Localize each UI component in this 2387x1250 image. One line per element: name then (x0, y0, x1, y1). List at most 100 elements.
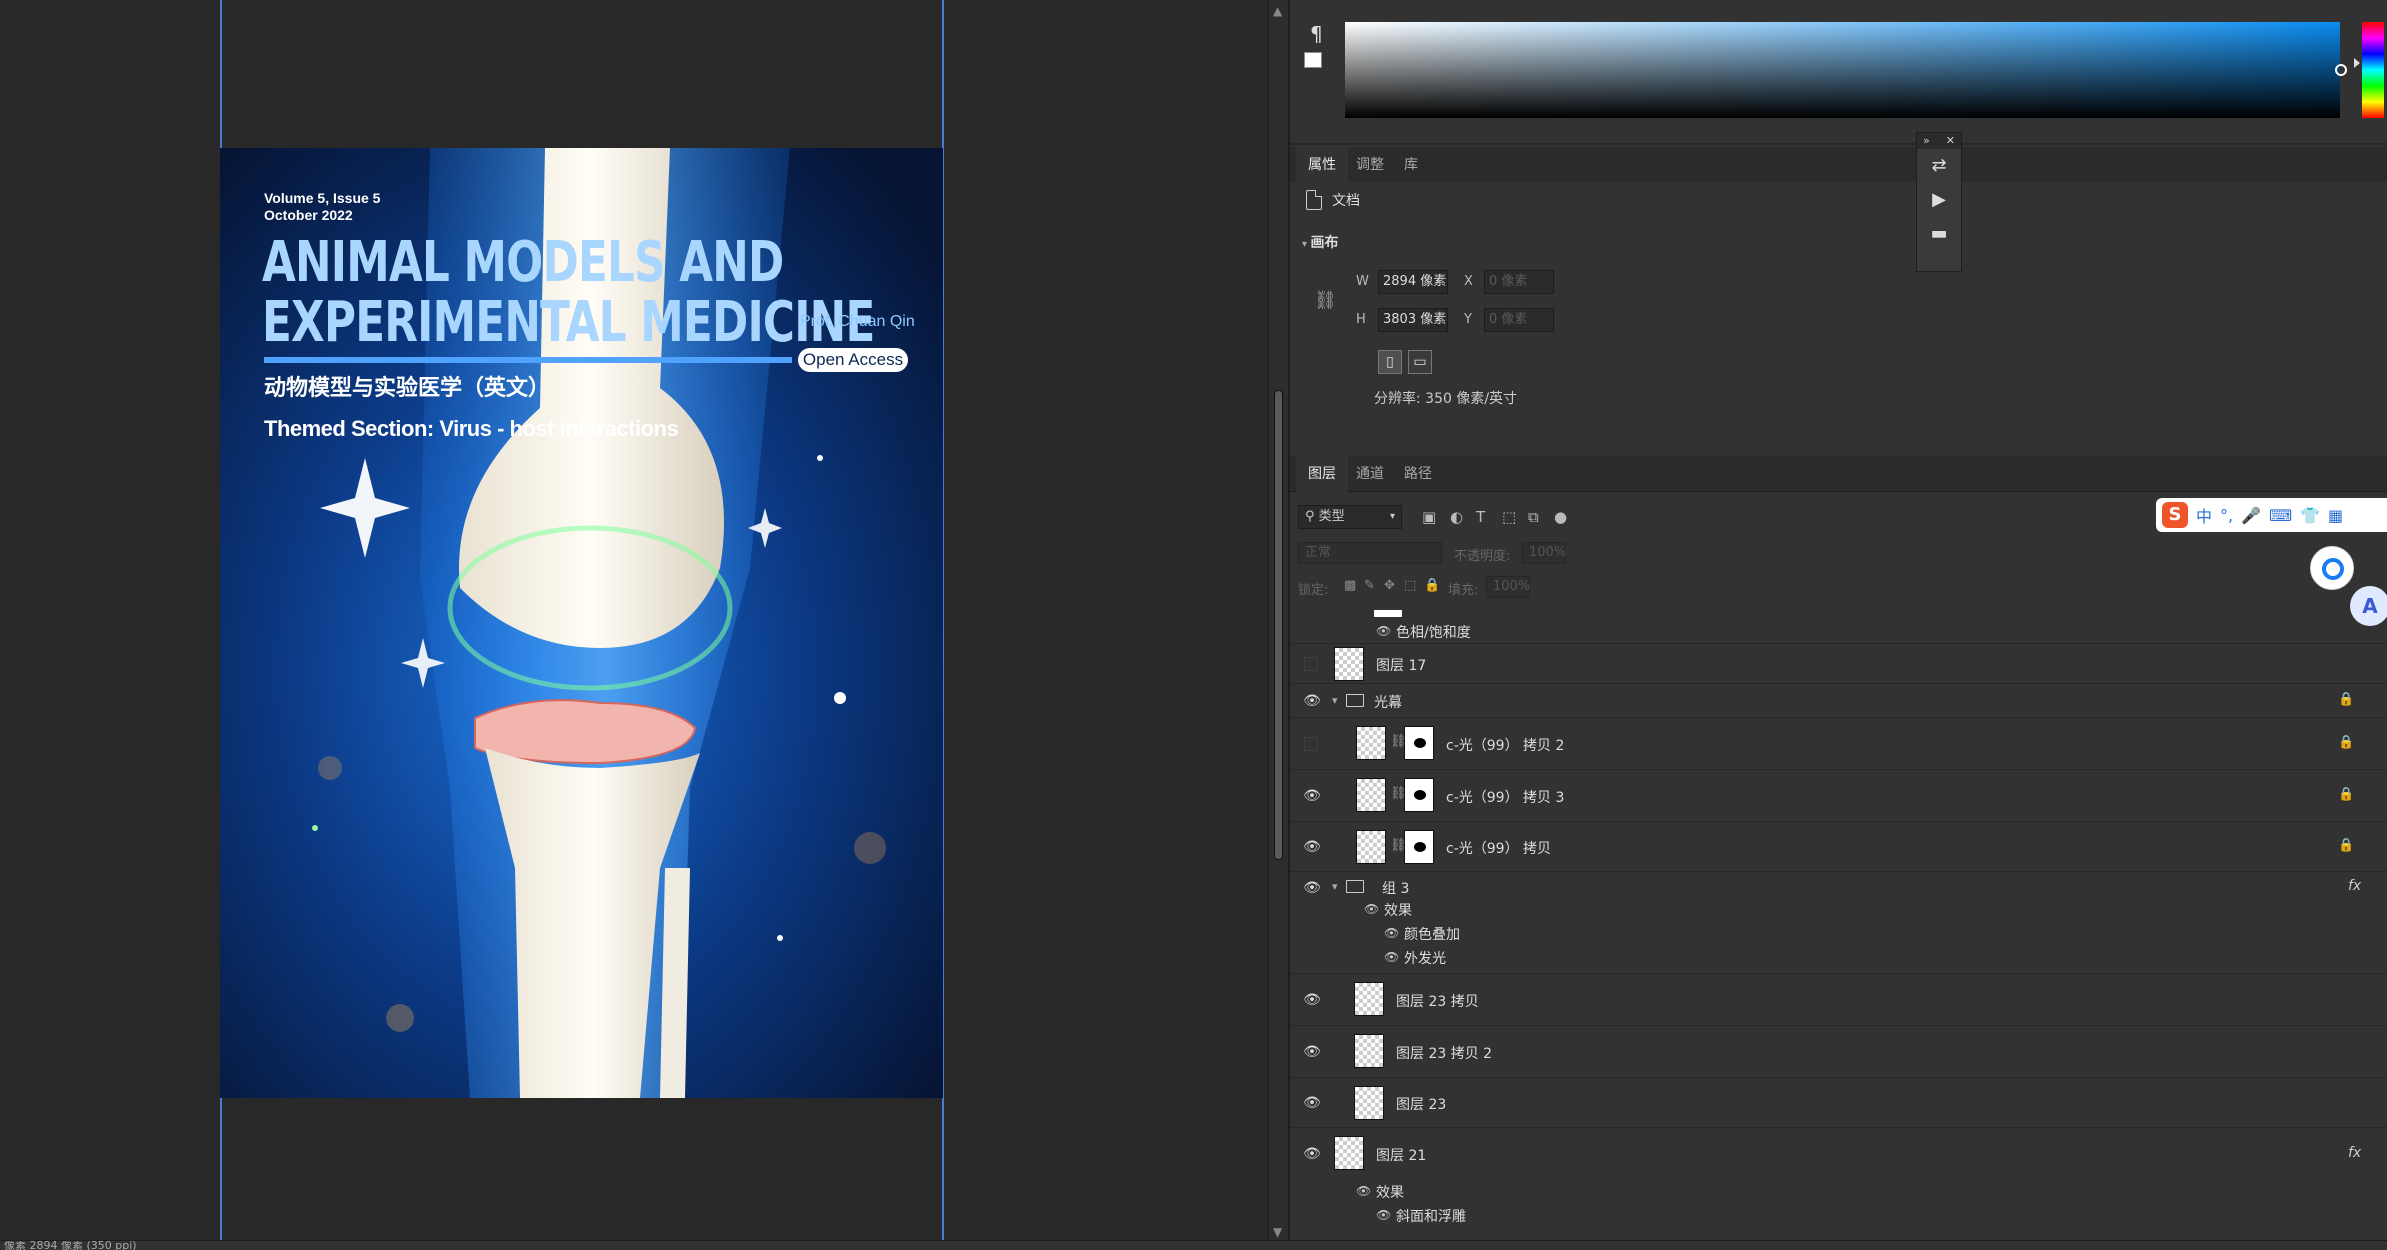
tab-paths[interactable]: 路径 (1392, 456, 1444, 492)
ime-logo-icon[interactable]: S (2162, 502, 2188, 528)
eye-icon[interactable]: 👁 (1302, 1144, 1322, 1164)
color-picker-ring[interactable] (2335, 64, 2347, 76)
scroll-up-icon[interactable]: ▲ (1273, 4, 1282, 18)
eye-icon[interactable]: 👁 (1384, 950, 1399, 964)
eye-icon[interactable]: 👁 (1376, 1208, 1391, 1222)
collapse-icon[interactable]: » (1923, 133, 1930, 149)
eye-icon[interactable]: 👁 (1376, 624, 1391, 638)
lock-all-icon[interactable]: 🔒 (1424, 578, 1440, 593)
tab-adjustments[interactable]: 调整 (1344, 147, 1396, 183)
layer-row[interactable]: 👁 图层 21 fx 👁 效果 👁 斜面和浮雕 (1290, 1128, 2387, 1240)
eye-icon[interactable]: 👁 (1302, 837, 1322, 857)
tab-properties[interactable]: 属性 (1296, 147, 1348, 183)
image-filter-icon[interactable]: ▣ (1422, 508, 1436, 526)
blend-mode-select[interactable]: 正常 (1298, 542, 1442, 564)
shape-filter-icon[interactable]: ⬚ (1502, 508, 1516, 526)
tab-libraries[interactable]: 库 (1392, 147, 1430, 183)
eye-icon[interactable]: 👁 (1302, 786, 1322, 806)
scrollbar-thumb[interactable] (1274, 390, 1283, 860)
ai-assistant-icon[interactable]: A (2350, 586, 2387, 626)
eye-icon[interactable]: 👁 (1302, 990, 1322, 1010)
grid-icon[interactable]: ▦ (2328, 506, 2343, 525)
lock-artboard-icon[interactable]: ⬚ (1404, 578, 1416, 593)
eye-icon[interactable]: 👁 (1384, 926, 1399, 940)
cover-artboard[interactable]: Volume 5, Issue 5 October 2022 ANIMAL MO… (220, 148, 943, 1098)
eye-icon[interactable]: 👁 (1302, 691, 1322, 711)
color-field[interactable] (1345, 22, 2340, 118)
layer-row[interactable]: 👁 图层 23 拷贝 (1290, 974, 2387, 1026)
canvas-vertical-scrollbar[interactable]: ▲ ▼ (1268, 0, 1288, 1245)
layers-list[interactable]: 👁 色相/饱和度 图层 17 👁 ▾ 光幕 🔒 ⛓ c-光（99） 拷贝 2 🔒… (1290, 604, 2387, 1240)
effect-color-overlay[interactable]: 颜色叠加 (1404, 924, 1460, 944)
layer-thumb (1354, 1086, 1384, 1120)
chevron-down-icon[interactable]: ▾ (1332, 694, 1338, 707)
close-icon[interactable]: ✕ (1946, 133, 1955, 149)
microphone-icon[interactable]: 🎤 (2241, 506, 2261, 525)
smart-object-filter-icon[interactable]: ⧉ (1528, 508, 1539, 526)
ime-punctuation-toggle[interactable]: °, (2220, 506, 2233, 525)
layer-row[interactable]: 👁 色相/饱和度 (1290, 604, 2387, 644)
layer-row[interactable]: 图层 17 (1290, 644, 2387, 684)
layer-row[interactable]: 👁 图层 23 (1290, 1078, 2387, 1128)
lock-transparent-icon[interactable]: ▩ (1344, 578, 1356, 593)
fx-icon[interactable]: fx (2348, 1145, 2361, 1161)
hue-slider-arrow-icon[interactable] (2354, 58, 2360, 68)
fx-icon[interactable]: fx (2348, 878, 2361, 894)
search-icon: ⚲ (1305, 509, 1319, 524)
effect-bevel-emboss[interactable]: 斜面和浮雕 (1396, 1206, 1466, 1226)
lock-paint-icon[interactable]: ✎ (1364, 578, 1375, 593)
height-field[interactable]: 3803 像素 (1378, 308, 1448, 332)
actions-icon[interactable]: ⇄ (1917, 149, 1961, 183)
open-access-badge: Open Access (798, 348, 908, 372)
hue-slider[interactable] (2362, 22, 2384, 118)
group-row[interactable]: 👁 ▾ 光幕 🔒 (1290, 684, 2387, 718)
layer-row[interactable]: 👁 ⛓ c-光（99） 拷贝 3 🔒 (1290, 770, 2387, 822)
layer-row[interactable]: ⛓ c-光（99） 拷贝 2 🔒 (1290, 718, 2387, 770)
effect-outer-glow[interactable]: 外发光 (1404, 948, 1446, 968)
keyboard-icon[interactable]: ⌨ (2269, 506, 2292, 525)
eye-icon[interactable]: 👁 (1302, 878, 1322, 898)
color-panel: ¶ (1290, 0, 2387, 145)
foreground-swatch[interactable] (1304, 52, 1322, 68)
resolution-text: 分辨率: 350 像素/英寸 (1374, 391, 1518, 407)
type-filter-icon[interactable]: T (1476, 508, 1485, 526)
width-field[interactable]: 2894 像素 (1378, 270, 1448, 294)
x-field[interactable]: 0 像素 (1484, 270, 1554, 294)
comment-icon[interactable]: ▬ (1917, 217, 1961, 251)
skin-icon[interactable]: 👕 (2300, 506, 2320, 525)
eye-icon[interactable]: 👁 (1364, 902, 1379, 916)
filter-toggle-icon[interactable]: ● (1554, 508, 1567, 526)
mask-thumb[interactable] (1404, 778, 1434, 812)
mask-thumb[interactable] (1404, 726, 1434, 760)
canvas-area[interactable]: Volume 5, Issue 5 October 2022 ANIMAL MO… (0, 0, 1268, 1240)
play-icon[interactable]: ▶ (1917, 183, 1961, 217)
layer-thumb (1354, 1034, 1384, 1068)
layer-row[interactable]: 👁 图层 23 拷贝 2 (1290, 1026, 2387, 1078)
paragraph-icon[interactable]: ¶ (1310, 22, 1323, 46)
eye-icon[interactable]: 👁 (1302, 1042, 1322, 1062)
fill-field[interactable]: 100% (1486, 576, 1530, 598)
eye-icon[interactable]: 👁 (1302, 1093, 1322, 1113)
canvas-section-header[interactable]: ▾ 画布 (1302, 232, 1339, 252)
layer-row[interactable]: 👁 ⛓ c-光（99） 拷贝 🔒 (1290, 822, 2387, 872)
adjustment-filter-icon[interactable]: ◐ (1450, 508, 1463, 526)
kind-filter-select[interactable]: ⚲ 类型 ▾ (1298, 505, 1402, 529)
tab-layers[interactable]: 图层 (1296, 456, 1348, 492)
chevron-down-icon[interactable]: ▾ (1332, 880, 1338, 893)
landscape-icon[interactable]: ▭ (1408, 350, 1432, 374)
scroll-down-icon[interactable]: ▼ (1273, 1225, 1282, 1239)
eye-icon[interactable]: 👁 (1356, 1184, 1371, 1198)
tab-channels[interactable]: 通道 (1344, 456, 1396, 492)
assistant-ring-icon[interactable] (2310, 546, 2354, 590)
visibility-toggle[interactable] (1304, 737, 1318, 751)
link-icon[interactable]: ⛓ (1314, 290, 1337, 311)
y-field[interactable]: 0 像素 (1484, 308, 1554, 332)
layer-name: 色相/饱和度 (1396, 625, 1471, 641)
ime-language-toggle[interactable]: 中 (2196, 503, 2212, 527)
opacity-field[interactable]: 100% (1522, 542, 1566, 564)
mask-thumb[interactable] (1404, 830, 1434, 864)
portrait-icon[interactable]: ▯ (1378, 350, 1402, 374)
visibility-toggle[interactable] (1304, 657, 1318, 671)
group-row[interactable]: 👁 ▾ 组 3 fx 👁 效果 👁 颜色叠加 👁 外发光 (1290, 872, 2387, 974)
lock-position-icon[interactable]: ✥ (1384, 578, 1395, 593)
